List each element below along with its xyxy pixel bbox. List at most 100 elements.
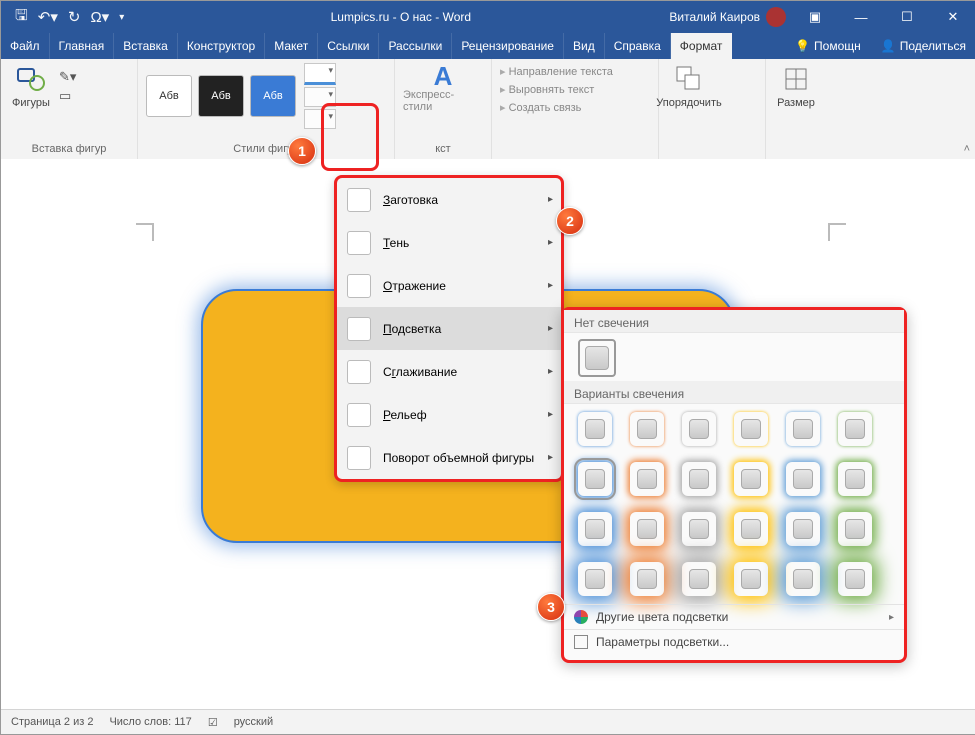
autosave-icon[interactable]: 🖫 [15, 5, 28, 30]
effect-item-3[interactable]: Подсветка▸ [337, 307, 561, 350]
word-count[interactable]: Число слов: 117 [109, 716, 191, 728]
glow-swatch-r1-c2[interactable] [682, 462, 716, 496]
wordart-icon[interactable]: A [434, 63, 453, 89]
qat-more-icon[interactable]: ▾ [119, 12, 124, 23]
size-button[interactable]: Размер [774, 63, 818, 109]
square-icon [574, 635, 588, 649]
glow-swatch-r1-c0[interactable] [578, 462, 612, 496]
tab-review[interactable]: Рецензирование [452, 33, 564, 59]
arrange-button[interactable]: Упорядочить [667, 63, 711, 109]
callout-1: 1 [288, 137, 316, 165]
preview-icon [347, 360, 371, 384]
glow-submenu: Нет свечения Варианты свечения Другие цв… [561, 307, 907, 663]
tab-format[interactable]: Формат [671, 33, 733, 59]
tab-file[interactable]: Файл [1, 33, 50, 59]
effect-label: Поворот объемной фигуры [383, 451, 534, 465]
glow-swatch-r3-c0[interactable] [578, 562, 612, 596]
window-title: Lumpics.ru - О нас - Word [138, 10, 663, 24]
glow-swatch-r0-c2[interactable] [682, 412, 716, 446]
group-arrange: Упорядочить [659, 59, 766, 159]
effect-item-0[interactable]: Заготовка▸ [337, 178, 561, 221]
preview-icon [347, 274, 371, 298]
tab-home[interactable]: Главная [50, 33, 115, 59]
callout-2: 2 [556, 207, 584, 235]
redo-icon[interactable]: ↻ [68, 8, 81, 26]
effect-item-5[interactable]: Рельеф▸ [337, 393, 561, 436]
glow-swatch-r1-c1[interactable] [630, 462, 664, 496]
glow-swatch-r2-c4[interactable] [786, 512, 820, 546]
glow-swatch-r0-c1[interactable] [630, 412, 664, 446]
ribbon-tabs: Файл Главная Вставка Конструктор Макет С… [1, 33, 975, 59]
textbox-icon[interactable]: ▭ [59, 88, 76, 104]
create-link-button[interactable]: Создать связь [500, 99, 650, 117]
effect-label: Сглаживание [383, 365, 457, 379]
glow-swatch-r3-c4[interactable] [786, 562, 820, 596]
glow-swatch-r1-c3[interactable] [734, 462, 768, 496]
tab-design[interactable]: Конструктор [178, 33, 265, 59]
tab-mailings[interactable]: Рассылки [379, 33, 452, 59]
style-preset-2[interactable]: Абв [198, 75, 244, 117]
effect-item-6[interactable]: Поворот объемной фигуры▸ [337, 436, 561, 479]
share-button[interactable]: 👤Поделиться [871, 33, 975, 59]
glow-swatch-r0-c4[interactable] [786, 412, 820, 446]
preview-icon [347, 231, 371, 255]
glow-swatch-r2-c0[interactable] [578, 512, 612, 546]
tab-view[interactable]: Вид [564, 33, 605, 59]
glow-swatch-r2-c5[interactable] [838, 512, 872, 546]
align-text-button[interactable]: Выровнять текст [500, 81, 650, 99]
shape-fill-button[interactable] [304, 63, 336, 85]
effect-label: Отражение [383, 279, 446, 293]
edit-shape-icon[interactable]: ✎▾ [59, 69, 76, 85]
glow-swatch-r2-c1[interactable] [630, 512, 664, 546]
tab-insert[interactable]: Вставка [114, 33, 178, 59]
account-area[interactable]: Виталий Каиров [663, 7, 792, 27]
glow-swatch-r3-c5[interactable] [838, 562, 872, 596]
style-preset-3[interactable]: Абв [250, 75, 296, 117]
effect-item-4[interactable]: Сглаживание▸ [337, 350, 561, 393]
glow-swatch-r0-c0[interactable] [578, 412, 612, 446]
minimize-button[interactable]: — [838, 1, 884, 33]
undo-icon[interactable]: ↶▾ [38, 8, 58, 26]
glow-options[interactable]: Параметры подсветки... [564, 629, 904, 654]
user-name: Виталий Каиров [669, 10, 760, 24]
text-direction-button[interactable]: Направление текста [500, 63, 650, 81]
glow-swatch-r1-c5[interactable] [838, 462, 872, 496]
titlebar: 🖫 ↶▾ ↻ Ω▾ ▾ Lumpics.ru - О нас - Word Ви… [1, 1, 975, 33]
no-glow-swatch[interactable] [578, 339, 616, 377]
tab-references[interactable]: Ссылки [318, 33, 379, 59]
maximize-button[interactable]: ☐ [884, 1, 930, 33]
callout-3: 3 [537, 593, 565, 621]
glow-swatch-r0-c3[interactable] [734, 412, 768, 446]
tell-me-button[interactable]: 💡Помощн [785, 33, 871, 59]
tab-layout[interactable]: Макет [265, 33, 318, 59]
collapse-ribbon-icon[interactable]: ˄ [964, 143, 970, 155]
section-no-glow: Нет свечения [564, 310, 904, 333]
style-preset-1[interactable]: Абв [146, 75, 192, 117]
glow-swatch-r2-c2[interactable] [682, 512, 716, 546]
chevron-right-icon: ▸ [548, 409, 553, 420]
language-indicator[interactable]: русский [234, 716, 273, 728]
tab-help[interactable]: Справка [605, 33, 671, 59]
more-glow-colors[interactable]: Другие цвета подсветки [564, 604, 904, 629]
group-label: кст [403, 141, 483, 155]
glow-swatch-r2-c3[interactable] [734, 512, 768, 546]
close-button[interactable]: ✕ [930, 1, 975, 33]
effect-label: Заготовка [383, 193, 438, 207]
glow-swatch-r3-c3[interactable] [734, 562, 768, 596]
spellcheck-icon[interactable]: ☑ [208, 716, 218, 729]
glow-swatch-r1-c4[interactable] [786, 462, 820, 496]
preview-icon [347, 188, 371, 212]
annotation-box-1 [321, 103, 379, 171]
ribbon-display-icon[interactable]: ▣ [792, 1, 838, 33]
shapes-button[interactable]: Фигуры [9, 63, 53, 109]
section-glow-variants: Варианты свечения [564, 381, 904, 404]
glow-swatch-r0-c5[interactable] [838, 412, 872, 446]
color-wheel-icon [574, 610, 588, 624]
glow-swatch-r3-c1[interactable] [630, 562, 664, 596]
effect-item-2[interactable]: Отражение▸ [337, 264, 561, 307]
glow-swatch-r3-c2[interactable] [682, 562, 716, 596]
group-insert-shapes: Фигуры ✎▾ ▭ Вставка фигур [1, 59, 138, 159]
effect-item-1[interactable]: Тень▸ [337, 221, 561, 264]
omega-icon[interactable]: Ω▾ [90, 8, 109, 26]
page-indicator[interactable]: Страница 2 из 2 [11, 716, 93, 728]
